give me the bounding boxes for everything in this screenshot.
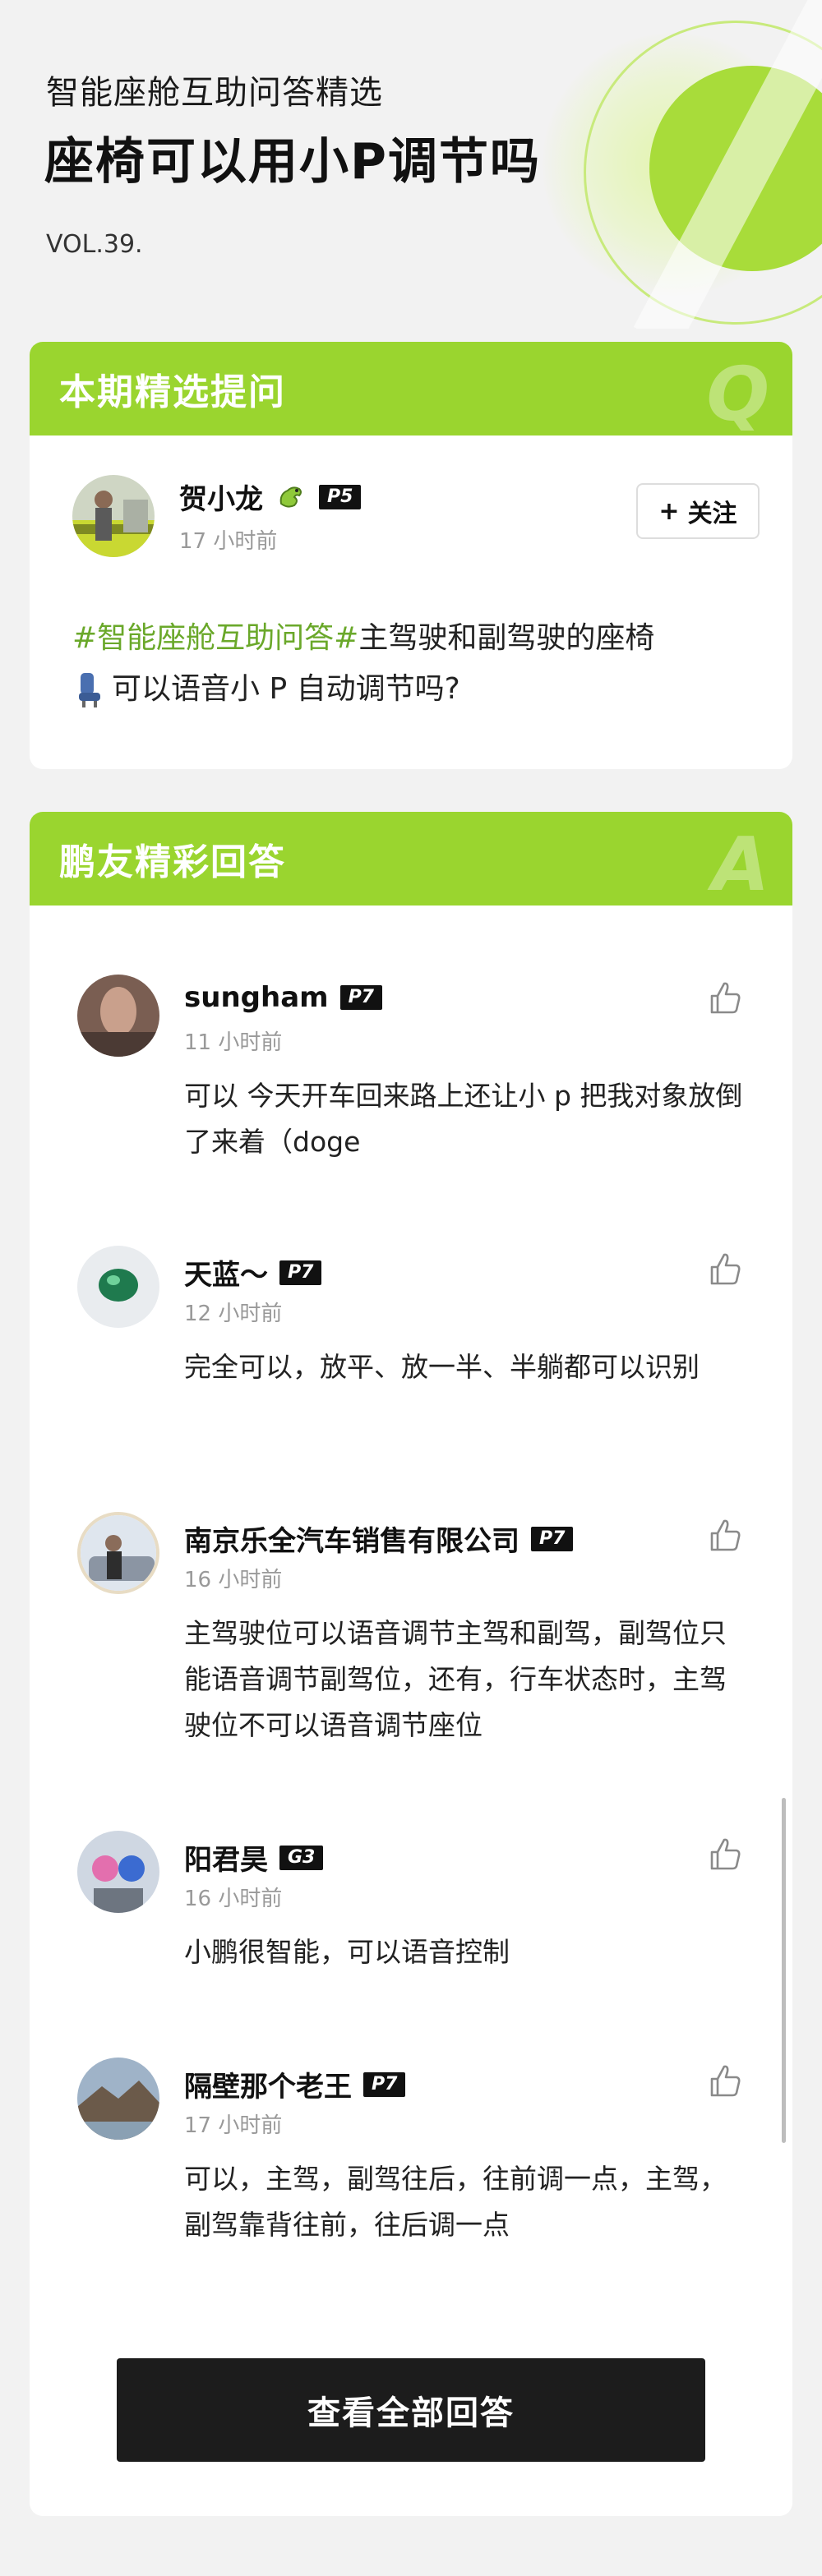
answers-card-header: 鹏友精彩回答 A — [30, 812, 792, 908]
header-banner: 智能座舱互助问答精选 座椅可以用小P调节吗 VOL.39. — [0, 0, 822, 329]
answer-time: 12 小时前 — [184, 1302, 283, 1326]
thumbs-up-icon[interactable] — [707, 1517, 743, 1553]
avatar[interactable] — [77, 2058, 159, 2140]
answer-user-name[interactable]: 天蓝～ — [184, 1252, 268, 1293]
answer-user-name[interactable]: sungham — [184, 981, 329, 1014]
a-letter-watermark: A — [712, 822, 769, 908]
question-card: 本期精选提问 Q 贺小龙 P5 17 小时前 + 关注 #智能座舱互助问答#主驾… — [30, 342, 792, 769]
level-badge: P7 — [531, 1526, 574, 1551]
answer-time: 17 小时前 — [184, 2113, 283, 2138]
answer-text: 可以，主驾，副驾往后，往前调一点，主驾，副驾靠背往前，往后调一点 — [184, 2163, 727, 2241]
q-letter-watermark: Q — [706, 352, 769, 438]
answer-time: 16 小时前 — [184, 1887, 283, 1911]
answer-name-row: sungham P7 — [184, 981, 382, 1014]
avatar[interactable] — [77, 1246, 159, 1328]
answers-card: 鹏友精彩回答 A sungham P7 11 小时前 可以 今天开车回来路上还让… — [30, 812, 792, 2516]
thumbs-up-icon[interactable] — [707, 2062, 743, 2099]
thumbs-up-icon[interactable] — [707, 1836, 743, 1872]
answer-text: 可以 今天开车回来路上还让小 p 把我对象放倒了来着（doge — [184, 1080, 743, 1158]
seat-emoji-icon — [72, 671, 105, 709]
answer-text: 完全可以，放平、放一半、半躺都可以识别 — [184, 1351, 700, 1383]
answer-name-row: 隔壁那个老王 P7 — [184, 2064, 406, 2104]
scrollbar[interactable] — [782, 1798, 786, 2143]
level-badge: P5 — [319, 484, 362, 509]
question-card-header: 本期精选提问 Q — [30, 342, 792, 438]
answer-name-row: 南京乐全汽车销售有限公司 P7 — [184, 1518, 574, 1559]
follow-button[interactable]: + 关注 — [636, 483, 760, 539]
answer-time: 11 小时前 — [184, 1030, 283, 1055]
question-text: #智能座舱互助问答#主驾驶和副驾驶的座椅 可以语音小 P 自动调节吗? — [72, 613, 763, 715]
header-subtitle: 智能座舱互助问答精选 — [46, 74, 383, 112]
dragon-emoji-icon — [275, 479, 307, 515]
avatar[interactable] — [77, 1831, 159, 1913]
answer-text: 小鹏很智能，可以语音控制 — [184, 1936, 510, 1968]
question-card-title: 本期精选提问 — [59, 371, 286, 413]
asker-avatar-wrap — [72, 475, 155, 557]
thumbs-up-icon[interactable] — [707, 979, 743, 1016]
answer-user-name[interactable]: 阳君昊 — [184, 1837, 268, 1878]
plus-icon: + — [658, 496, 680, 526]
level-badge: P7 — [363, 2071, 406, 2097]
answer-user-name[interactable]: 隔壁那个老王 — [184, 2064, 352, 2104]
question-line1: 主驾驶和副驾驶的座椅 — [358, 621, 655, 655]
thumbs-up-icon[interactable] — [707, 1251, 743, 1287]
answer-name-row: 阳君昊 G3 — [184, 1837, 324, 1878]
answer-text: 主驾驶位可以语音调节主驾和副驾，副驾位只能语音调节副驾位，还有，行车状态时，主驾… — [184, 1617, 727, 1741]
volume-label: VOL.39. — [46, 230, 143, 259]
answer-user-name[interactable]: 南京乐全汽车销售有限公司 — [184, 1518, 520, 1559]
avatar[interactable] — [77, 975, 159, 1057]
topic-tag[interactable]: #智能座舱互助问答# — [72, 621, 358, 655]
answer-name-row: 天蓝～ P7 — [184, 1252, 322, 1293]
page: 智能座舱互助问答精选 座椅可以用小P调节吗 VOL.39. 本期精选提问 Q 贺 — [0, 0, 822, 2576]
level-badge: P7 — [339, 985, 382, 1010]
level-badge: P7 — [279, 1260, 322, 1285]
avatar[interactable] — [72, 475, 155, 557]
page-title: 座椅可以用小P调节吗 — [44, 133, 541, 191]
answers-card-title: 鹏友精彩回答 — [59, 841, 286, 883]
level-badge: G3 — [279, 1845, 324, 1870]
answer-time: 16 小时前 — [184, 1568, 283, 1592]
asker-time: 17 小时前 — [179, 529, 278, 554]
follow-label: 关注 — [687, 500, 737, 528]
view-all-answers-button[interactable]: 查看全部回答 — [117, 2358, 705, 2462]
asker-name[interactable]: 贺小龙 — [179, 477, 263, 517]
asker-name-row: 贺小龙 P5 — [179, 477, 362, 517]
question-line2: 可以语音小 P 自动调节吗? — [112, 672, 460, 706]
avatar[interactable] — [77, 1512, 159, 1594]
